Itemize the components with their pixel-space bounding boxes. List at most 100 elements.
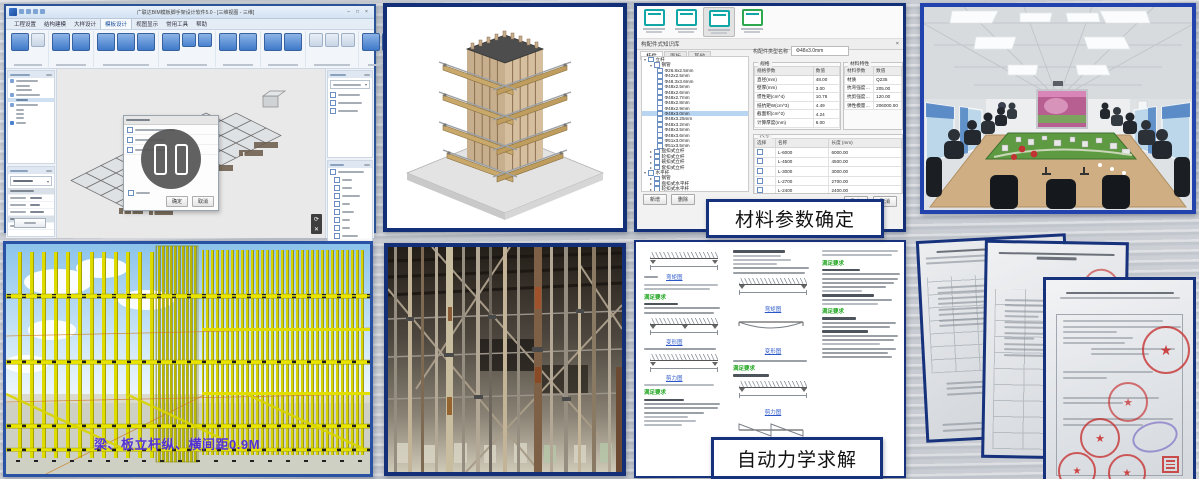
ribbon-group: [8, 31, 49, 67]
component-item[interactable]: [328, 184, 372, 192]
display-item[interactable]: [328, 107, 372, 115]
ribbon-button[interactable]: [309, 33, 323, 47]
component-item[interactable]: [328, 224, 372, 232]
diagram-link[interactable]: 变形图: [765, 349, 782, 355]
toolbar-item[interactable]: [671, 7, 701, 37]
close-button[interactable]: ×: [362, 9, 371, 15]
material-row[interactable]: 抗弯强度…205.00: [845, 84, 902, 93]
minimize-button[interactable]: –: [344, 9, 353, 15]
ribbon-button[interactable]: [341, 33, 355, 47]
tab[interactable]: 帮助: [192, 19, 211, 29]
dialog-close-icon[interactable]: ×: [896, 41, 899, 47]
view-tree-item[interactable]: [8, 120, 54, 126]
viewport-nav-buttons[interactable]: ⟳✕: [311, 214, 322, 234]
material-row[interactable]: 抗剪强度…120.00: [845, 93, 902, 102]
size-row[interactable]: L-24002400.00: [755, 186, 902, 194]
dialog-ok-button[interactable]: 确定: [166, 196, 188, 207]
ribbon-dropdown[interactable]: [31, 33, 45, 47]
material-row[interactable]: 材质Q235: [845, 76, 902, 85]
ribbon-button[interactable]: [117, 33, 135, 51]
display-panel: ▾: [325, 69, 374, 238]
delete-button[interactable]: 删除: [671, 194, 695, 205]
size-group: 尺寸 选择名称长度 (mm) L-60006000.00 L-45004500.…: [753, 134, 903, 194]
tab[interactable]: 大样设计: [70, 19, 100, 29]
quick-access-toolbar[interactable]: [19, 9, 47, 16]
spec-row[interactable]: 惯性矩(cm^4)10.78: [755, 93, 840, 102]
calc-column: 弯矩图 满足要求 变形图 剪力图 满足要求: [644, 248, 724, 428]
tab[interactable]: 常用工具: [162, 19, 192, 29]
ribbon-button[interactable]: [72, 33, 90, 51]
component-item[interactable]: [328, 216, 372, 224]
check-pass-text: 满足要求: [733, 364, 813, 372]
property-row[interactable]: [8, 202, 54, 209]
component-item[interactable]: [328, 192, 372, 200]
spec-row[interactable]: 壁厚(mm)3.00: [755, 84, 840, 93]
display-mode-select[interactable]: ▾: [330, 80, 370, 89]
type-value-field[interactable]: Φ48x3.0mm: [791, 46, 849, 56]
formwork-column-3d: [387, 7, 623, 228]
component-item[interactable]: [328, 176, 372, 184]
property-row[interactable]: [8, 209, 54, 216]
spec-row[interactable]: 直径(mm)48.00: [755, 76, 840, 85]
ribbon-tabs: 工程设置 结构建模 大样设计 模板设计 视图显示 常用工具 帮助: [6, 19, 374, 30]
display-item[interactable]: [328, 99, 372, 107]
size-row[interactable]: L-30003000.00: [755, 167, 902, 177]
spec-row[interactable]: 抵抗矩W(cm^3)4.49: [755, 101, 840, 110]
diagram-link[interactable]: 弯矩图: [765, 307, 782, 313]
ribbon-button[interactable]: [198, 33, 212, 47]
ribbon-button[interactable]: [52, 33, 70, 51]
tab[interactable]: 工程设置: [10, 19, 40, 29]
component-item[interactable]: [328, 168, 372, 176]
ribbon-button[interactable]: [239, 33, 257, 51]
tab[interactable]: 视图显示: [132, 19, 162, 29]
component-item[interactable]: [328, 208, 372, 216]
material-tree: 立杆 钢管 Φ26.8x2.5mm Φ42x2.5mm Φ48.3x3.6mm …: [641, 56, 749, 192]
material-row[interactable]: 弹性模量…206000.00: [845, 101, 902, 110]
pause-icon[interactable]: [141, 129, 201, 189]
spec-row[interactable]: 截面积(cm^2)4.24: [755, 110, 840, 119]
tree-group[interactable]: 轮扣式水平杆: [642, 186, 748, 191]
property-type-select[interactable]: ▾: [10, 176, 52, 186]
material-knowledge-dialog: 构配件式知识库 × 杆件 面板 其他 立杆 钢管 Φ26.8x2.5mm Φ42…: [634, 3, 906, 232]
size-row[interactable]: L-27002700.00: [755, 176, 902, 186]
window-title: 广联达BIM模板脚手架设计软件5.0 - [三维视图 - 三维]: [47, 9, 344, 16]
size-row[interactable]: L-45004500.00: [755, 157, 902, 167]
scaffold-photo-scene: [388, 247, 622, 472]
ribbon-button[interactable]: [182, 33, 196, 47]
ribbon-button[interactable]: [219, 33, 237, 51]
maximize-button[interactable]: □: [353, 9, 362, 15]
dialog-cancel-button[interactable]: 取消: [192, 196, 214, 207]
ribbon-button[interactable]: [362, 33, 380, 51]
diagram-link[interactable]: 剪力图: [666, 374, 724, 382]
toolbar-item[interactable]: [737, 7, 767, 37]
add-button[interactable]: 新增: [643, 194, 667, 205]
toolbar-item-active[interactable]: [703, 7, 735, 37]
material-group: 材料特性 材料参数数值 材质Q235 抗弯强度…205.00 抗剪强度…120.…: [843, 62, 903, 130]
apply-button[interactable]: [14, 218, 46, 228]
ribbon-button[interactable]: [284, 33, 302, 51]
bim-software-window: 广联达BIM模板脚手架设计软件5.0 - [三维视图 - 三维] –□× 工程设…: [4, 4, 376, 233]
window-controls[interactable]: –□×: [344, 9, 371, 15]
size-row[interactable]: L-60006000.00: [755, 148, 902, 158]
diagram-link[interactable]: 变形图: [666, 338, 724, 346]
toolbar-item[interactable]: [639, 7, 669, 37]
ribbon-button[interactable]: [137, 33, 155, 51]
ribbon-button[interactable]: [325, 33, 339, 47]
ribbon-button[interactable]: [11, 33, 29, 51]
display-item[interactable]: [328, 91, 372, 99]
model-viewport[interactable]: 确定 取消 ⟳✕: [57, 69, 325, 238]
diagram-link[interactable]: 剪力图: [765, 410, 782, 416]
tab[interactable]: 结构建模: [40, 19, 70, 29]
recognition-tool-icon: [742, 9, 763, 26]
spec-row[interactable]: 计算厚度(mm)6.00: [755, 118, 840, 127]
property-row[interactable]: [8, 195, 54, 202]
ribbon-button[interactable]: [264, 33, 282, 51]
ribbon-button[interactable]: [97, 33, 115, 51]
tab-active[interactable]: 模板设计: [100, 18, 132, 29]
ribbon-button[interactable]: [162, 33, 180, 51]
scaffold-tool-icon: [676, 9, 697, 26]
scaffold-render-3d: 梁、板立杆纵、横间距0.9M: [3, 241, 373, 477]
diagram-link[interactable]: 弯矩图: [666, 273, 683, 281]
component-item[interactable]: [328, 232, 372, 240]
component-item[interactable]: [328, 200, 372, 208]
